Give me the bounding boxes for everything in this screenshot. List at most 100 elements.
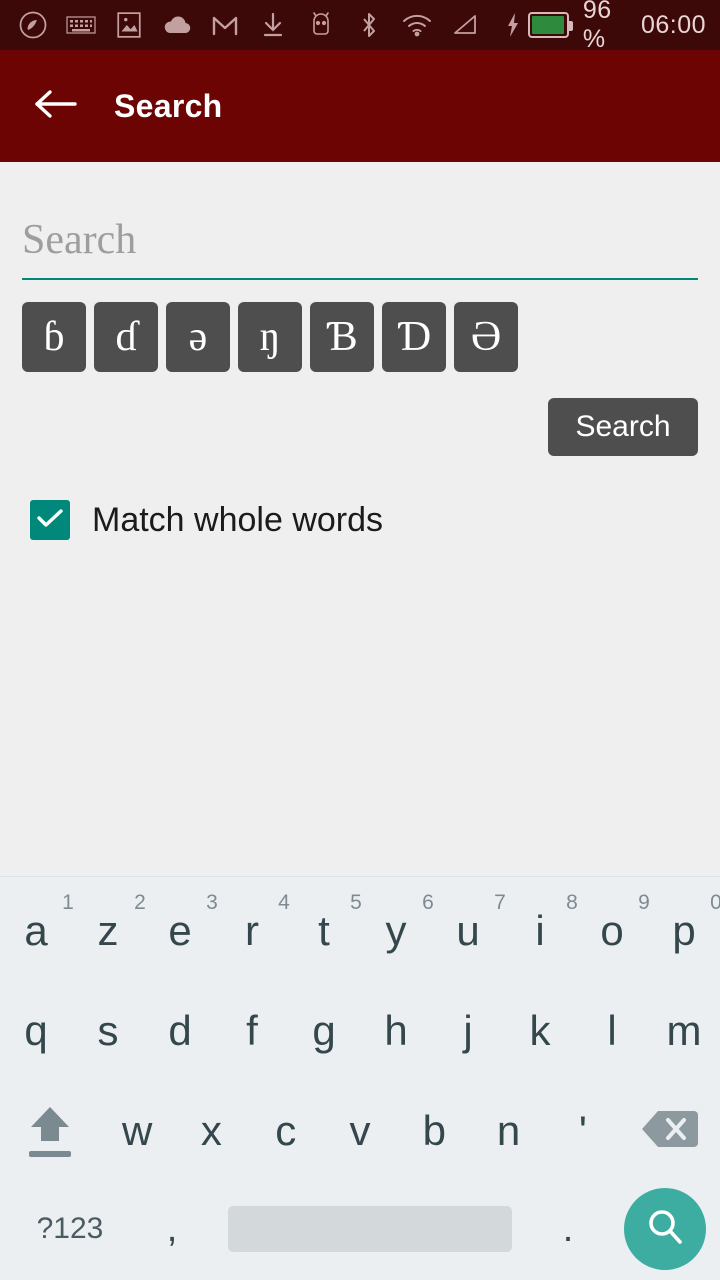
key-v[interactable]: v [323, 1081, 397, 1181]
special-char-key[interactable]: Ɓ [310, 302, 374, 372]
special-char-key[interactable]: ŋ [238, 302, 302, 372]
special-char-key[interactable]: ə [166, 302, 230, 372]
search-input[interactable] [22, 216, 698, 264]
key-label: a [24, 907, 48, 954]
key-r[interactable]: 4 r [216, 881, 290, 981]
key-label: t [318, 907, 330, 954]
symbols-key[interactable]: ?123 [10, 1212, 130, 1246]
key-label: u [456, 907, 480, 954]
key-label: v [349, 1107, 371, 1154]
key-label: l [607, 1007, 617, 1054]
status-clock: 06:00 [640, 10, 706, 39]
key-d[interactable]: d [144, 981, 216, 1081]
cloud-icon [162, 10, 192, 40]
key-label: n [496, 1107, 521, 1154]
key-label: g [312, 1007, 336, 1054]
key-k[interactable]: k [504, 981, 576, 1081]
status-bar-icons [18, 10, 528, 40]
match-whole-words-label: Match whole words [92, 500, 384, 539]
key-label: m [666, 1007, 702, 1054]
key-b[interactable]: b [397, 1081, 471, 1181]
key-label: w [121, 1107, 153, 1154]
match-whole-words-checkbox[interactable] [30, 500, 70, 540]
keyboard-row-1: 1 a 2 z 3 e 4 r 5 t 6 y 7 u 8 i 9 o 0 p [0, 881, 720, 981]
special-char-key[interactable]: ɗ [94, 302, 158, 372]
key-f[interactable]: f [216, 981, 288, 1081]
shift-underline [29, 1151, 71, 1157]
key-label: b [422, 1107, 446, 1154]
key-m[interactable]: m [648, 981, 720, 1081]
key-c[interactable]: c [249, 1081, 323, 1181]
signal-icon [450, 10, 480, 40]
special-char-key[interactable]: Ɗ [382, 302, 446, 372]
key-j[interactable]: j [432, 981, 504, 1081]
page-title: Search [114, 87, 223, 124]
key-label: x [200, 1107, 222, 1154]
key-h[interactable]: h [360, 981, 432, 1081]
period-key[interactable]: . [526, 1208, 610, 1251]
shift-arrow-icon [27, 1105, 73, 1157]
key-label: y [385, 907, 407, 954]
key-n[interactable]: n [471, 1081, 545, 1181]
comma-key[interactable]: , [130, 1208, 214, 1251]
key-label: f [246, 1007, 258, 1054]
key-q[interactable]: q [0, 981, 72, 1081]
backspace-key[interactable] [620, 1081, 720, 1181]
key-w[interactable]: w [100, 1081, 174, 1181]
key-z[interactable]: 2 z [72, 881, 146, 981]
back-button[interactable] [30, 80, 82, 132]
keyboard-row-2: q s d f g h j k l m [0, 981, 720, 1081]
key-label: d [168, 1007, 192, 1054]
key-l[interactable]: l [576, 981, 648, 1081]
android-robot-icon [306, 10, 336, 40]
key-label: e [168, 907, 192, 954]
image-icon [114, 10, 144, 40]
key-o[interactable]: 9 o [576, 881, 650, 981]
keyboard-row-3: w x c v b n ' [0, 1081, 720, 1181]
key-label: o [600, 907, 624, 954]
key-t[interactable]: 5 t [288, 881, 362, 981]
key-i[interactable]: 8 i [504, 881, 578, 981]
key-s[interactable]: s [72, 981, 144, 1081]
special-char-key[interactable]: ɓ [22, 302, 86, 372]
bluetooth-icon [354, 10, 384, 40]
key-a[interactable]: 1 a [0, 881, 74, 981]
download-icon [258, 10, 288, 40]
battery-icon [528, 12, 573, 38]
key-label: p [672, 907, 696, 954]
key-u[interactable]: 7 u [432, 881, 506, 981]
status-bar: 96 % 06:00 [0, 0, 720, 53]
key-label: q [24, 1007, 48, 1054]
key-alt-label: 0 [710, 891, 720, 914]
special-char-key[interactable]: Ə [454, 302, 518, 372]
app-bar: Search [0, 50, 720, 162]
soft-keyboard: 1 a 2 z 3 e 4 r 5 t 6 y 7 u 8 i 9 o 0 p … [0, 876, 720, 1280]
search-button[interactable]: Search [548, 398, 698, 456]
phoenix-app-icon [18, 10, 48, 40]
key-label: h [384, 1007, 408, 1054]
keyboard-icon [66, 10, 96, 40]
match-whole-words-row[interactable]: Match whole words [30, 500, 698, 540]
check-icon [36, 507, 64, 534]
special-character-row: ɓ ɗ ə ŋ Ɓ Ɗ Ə [22, 302, 698, 372]
key-apostrophe[interactable]: ' [546, 1081, 620, 1181]
search-icon [644, 1206, 686, 1253]
key-label: c [275, 1107, 297, 1154]
battery-percent: 96 % [582, 0, 612, 53]
key-g[interactable]: g [288, 981, 360, 1081]
key-p[interactable]: 0 p [648, 881, 720, 981]
main-content: ɓ ɗ ə ŋ Ɓ Ɗ Ə Search Match whole words [0, 216, 720, 930]
key-e[interactable]: 3 e [144, 881, 218, 981]
battery-fill [532, 16, 564, 34]
space-key[interactable] [228, 1206, 512, 1252]
key-label: j [463, 1007, 473, 1054]
key-label: k [529, 1007, 551, 1054]
shift-key[interactable] [0, 1081, 100, 1181]
key-x[interactable]: x [174, 1081, 248, 1181]
backspace-icon [640, 1107, 700, 1156]
gmail-icon [210, 10, 240, 40]
key-y[interactable]: 6 y [360, 881, 434, 981]
keyboard-search-action-button[interactable] [624, 1188, 706, 1270]
charging-bolt-icon [498, 10, 528, 40]
search-button-row: Search [22, 398, 698, 456]
